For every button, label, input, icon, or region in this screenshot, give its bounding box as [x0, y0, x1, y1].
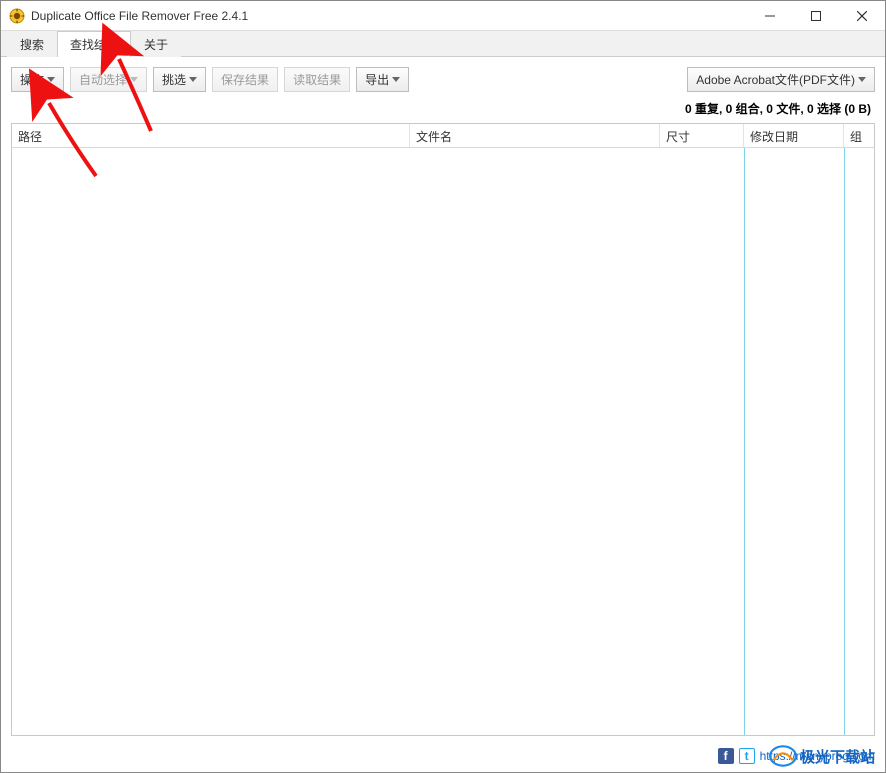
app-window: Duplicate Office File Remover Free 2.4.1… [0, 0, 886, 773]
filetype-dropdown[interactable]: Adobe Acrobat文件(PDF文件) [687, 67, 875, 92]
chevron-down-icon [47, 77, 55, 82]
chevron-down-icon [392, 77, 400, 82]
save-results-button[interactable]: 保存结果 [212, 67, 278, 92]
read-results-label: 读取结果 [293, 71, 341, 88]
window-title: Duplicate Office File Remover Free 2.4.1 [31, 9, 747, 23]
minimize-button[interactable] [747, 1, 793, 30]
footer-link[interactable]: https://manyprog.com [760, 749, 875, 763]
tab-results[interactable]: 查找结果 [57, 31, 131, 57]
pick-label: 挑选 [162, 71, 186, 88]
auto-select-button[interactable]: 自动选择 [70, 67, 147, 92]
grid-header: 路径 文件名 尺寸 修改日期 组 [12, 124, 874, 148]
filetype-label: Adobe Acrobat文件(PDF文件) [696, 71, 855, 88]
results-grid: 路径 文件名 尺寸 修改日期 组 [11, 123, 875, 736]
column-divider [744, 148, 745, 735]
facebook-icon[interactable]: f [718, 748, 734, 764]
export-button[interactable]: 导出 [356, 67, 409, 92]
export-label: 导出 [365, 71, 389, 88]
chevron-down-icon [130, 77, 138, 82]
col-header-size[interactable]: 尺寸 [660, 124, 744, 147]
pick-button[interactable]: 挑选 [153, 67, 206, 92]
titlebar: Duplicate Office File Remover Free 2.4.1 [1, 1, 885, 31]
col-header-path[interactable]: 路径 [12, 124, 410, 147]
chevron-down-icon [858, 77, 866, 82]
tab-strip: 搜索 查找结果 关于 [1, 31, 885, 57]
col-header-group[interactable]: 组 [844, 124, 874, 147]
action-label: 操作 [20, 71, 44, 88]
col-header-filename[interactable]: 文件名 [410, 124, 660, 147]
grid-body[interactable] [12, 148, 874, 735]
action-button[interactable]: 操作 [11, 67, 64, 92]
column-divider [844, 148, 845, 735]
col-header-modified[interactable]: 修改日期 [744, 124, 844, 147]
auto-select-label: 自动选择 [79, 71, 127, 88]
tab-about[interactable]: 关于 [131, 31, 181, 57]
status-line: 0 重复, 0 组合, 0 文件, 0 选择 (0 B) [1, 98, 885, 123]
save-results-label: 保存结果 [221, 71, 269, 88]
toolbar: 操作 自动选择 挑选 保存结果 读取结果 导出 Adobe Acrobat文件(… [1, 57, 885, 98]
twitter-icon[interactable]: t [739, 748, 755, 764]
app-icon [9, 8, 25, 24]
close-button[interactable] [839, 1, 885, 30]
window-controls [747, 1, 885, 30]
chevron-down-icon [189, 77, 197, 82]
maximize-button[interactable] [793, 1, 839, 30]
read-results-button[interactable]: 读取结果 [284, 67, 350, 92]
footer: ft https://manyprog.com [1, 744, 885, 772]
tab-search[interactable]: 搜索 [7, 31, 57, 57]
